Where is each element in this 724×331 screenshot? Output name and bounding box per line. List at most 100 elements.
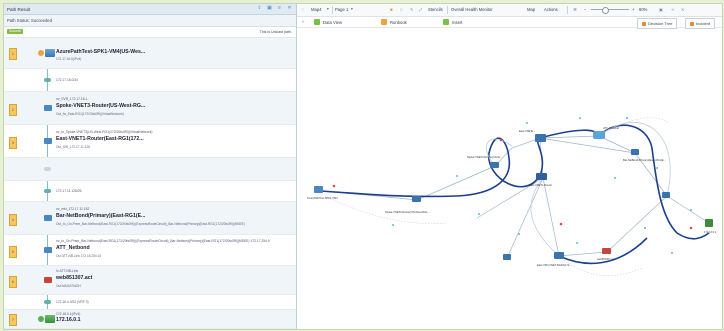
- hop-row[interactable]: 1 AzurePathTest-SPK1-VM4(US-Wes... 172.1…: [4, 38, 296, 69]
- interface-dot: [690, 209, 692, 211]
- fit-icon[interactable]: ⌘: [573, 7, 577, 12]
- hop-in-interface: nv_to_Spoke-VNET3(US-West-RG1(172/20ts0R…: [56, 130, 153, 134]
- hop-device-name[interactable]: Spoke-VNET3-Router(US-West-RG...: [56, 103, 145, 109]
- link-icon[interactable]: ⤢: [419, 7, 422, 12]
- page-selector[interactable]: Page 1: [335, 7, 348, 12]
- pen-icon[interactable]: ✎: [410, 7, 414, 12]
- interface-dot: [478, 213, 480, 215]
- node-label: Spoke-VNET3-Router(US-West-RG1...: [385, 210, 430, 214]
- map-node-web[interactable]: web851307.act: [597, 248, 615, 261]
- save-icon[interactable]: ▣: [266, 5, 273, 12]
- node-label: web851307.act: [597, 257, 615, 261]
- hop-row[interactable]: 172.16.0.0/22 (VRF 0): [4, 295, 296, 310]
- hop-row[interactable]: 172.17.11.128/26: [4, 181, 296, 202]
- zoom-in-icon[interactable]: +: [632, 7, 634, 12]
- hop-row[interactable]: 172.17.16.0/24: [4, 69, 296, 92]
- interface-dot: [526, 122, 528, 124]
- subnet-label: 172.17.16.0/24: [56, 78, 78, 82]
- close-icon[interactable]: ✕: [286, 5, 293, 12]
- tab-data-view[interactable]: Data View: [314, 18, 342, 26]
- hop-number: 4: [9, 214, 17, 226]
- dropdown-icon[interactable]: ▾: [351, 7, 353, 11]
- interface-dot: [626, 117, 628, 119]
- link-line: [530, 177, 560, 257]
- stencils-menu[interactable]: Stencils: [428, 7, 443, 12]
- map-menu[interactable]: Map: [527, 7, 535, 12]
- hop-number: 5: [9, 246, 17, 258]
- hop-row[interactable]: 2 nv_SVR_172.17.16.1 Spoke-VNET3-Router(…: [4, 92, 296, 125]
- map-node-east-mid[interactable]: East-VNET1-Router: [529, 173, 552, 187]
- node-label: East-VPN-VNET-RGR1(172...: [537, 263, 572, 267]
- map-grid-icon[interactable]: ⁙: [301, 7, 305, 12]
- collapse-icon[interactable]: «: [302, 19, 304, 24]
- data-view-icon: [314, 19, 320, 25]
- link-line: [558, 251, 608, 257]
- share-icon[interactable]: ≺: [671, 7, 675, 12]
- map-node-spoke[interactable]: Spoke-VNET3-Router(US-West-RG1...: [385, 196, 430, 214]
- alert-dot: [689, 226, 693, 230]
- hop-device-name[interactable]: 172.16.0.1: [56, 317, 81, 323]
- topology-map[interactable]: AzurePathTest-SPK1-VM4 Spoke-VNET3-Route…: [297, 28, 722, 329]
- app-window: Path Result ⇪ ▣ ≡ ✕ Path Status: Succeed…: [3, 3, 723, 330]
- link-line: [494, 137, 541, 167]
- hop-device-name[interactable]: Bar-NetBond(Primary)(East-RG1(E...: [56, 213, 145, 219]
- interface-dot: [644, 227, 646, 229]
- tab-runbook[interactable]: Runbook: [381, 18, 407, 26]
- tab-insert[interactable]: Insert: [443, 18, 462, 26]
- zoom-level: 60%: [639, 7, 648, 12]
- network-links: [318, 135, 710, 259]
- hop-device-name[interactable]: East-VNET1-Router(East-RG1(172...: [56, 136, 144, 142]
- source-marker-icon: [38, 50, 44, 56]
- hop-device-name[interactable]: ATT_Netbond: [56, 245, 90, 251]
- node-label: Spoke-VNET3-Router(US-W...: [467, 155, 502, 159]
- hop-row[interactable]: 4 nv_mkt_172.17.11.152 Bar-NetBond(Prima…: [4, 202, 296, 235]
- map-node-barnet[interactable]: East-VNETa...: [519, 129, 546, 142]
- hop-row[interactable]: 7 172.16.0.1(IPv4) 172.16.0.1: [4, 310, 296, 329]
- map-selector[interactable]: Map4: [311, 7, 321, 12]
- router-icon: [44, 105, 52, 111]
- destination-marker-icon: [38, 316, 44, 322]
- map-node-dest[interactable]: 172.16.0.1: [704, 219, 717, 234]
- map-node-east1[interactable]: Spoke-VNET3-Router(US-W...: [467, 155, 502, 168]
- close-icon[interactable]: ✕: [681, 7, 685, 12]
- zoom-out-icon[interactable]: −: [584, 7, 586, 12]
- frame-icon[interactable]: □: [400, 7, 403, 12]
- hop-row[interactable]: 3 nv_to_Spoke-VNET3(US-West-RG1(172/20ts…: [4, 125, 296, 158]
- dropdown-icon[interactable]: ▾: [327, 7, 329, 11]
- path-result-panel: Path Result ⇪ ▣ ≡ ✕ Path Status: Succeed…: [4, 4, 297, 329]
- health-monitor-menu[interactable]: Overall Health Monitor: [451, 7, 493, 12]
- hop-number: 3: [9, 137, 17, 149]
- gateway-icon: [44, 215, 52, 221]
- hop-device-name[interactable]: AzurePathTest-SPK1-VM4(US-Wes...: [56, 49, 145, 55]
- export-icon[interactable]: ⇪: [256, 5, 263, 12]
- save-icon[interactable]: ▣: [659, 7, 663, 12]
- map-node-mid[interactable]: [662, 192, 670, 198]
- hop-device-name[interactable]: web851307.act: [56, 275, 92, 281]
- hop-device-ip: 172.17.16.6(IPv4): [56, 57, 82, 61]
- zoom-slider[interactable]: [591, 9, 629, 10]
- list-icon[interactable]: ≡: [276, 5, 283, 12]
- map-node-source[interactable]: AzurePathTest-SPK1-VM4: [307, 186, 338, 200]
- hop-row[interactable]: 6 In ATT-NB-Link web851307.act Out:MAGAT…: [4, 266, 296, 295]
- node-label: ATT_Netbond: [603, 126, 620, 130]
- hop-row[interactable]: 5 nv_to_On-Prem_Bar-Netbond(East-RG1(172…: [4, 235, 296, 266]
- incident-icon: [690, 21, 694, 26]
- netbond-icon: [44, 247, 52, 253]
- hop-number: 2: [9, 104, 17, 116]
- subnet-label: 172.17.11.128/26: [56, 189, 82, 193]
- map-node-barnet-2[interactable]: Bar-NetBond(Primary)(East-RG1(E...: [623, 149, 666, 162]
- hop-in-interface: In ATT-NB-Link: [56, 269, 79, 273]
- map-node-att[interactable]: ATT_Netbond: [593, 126, 620, 139]
- hop-number: 6: [9, 276, 17, 288]
- zoom-slider-knob[interactable]: [602, 7, 609, 14]
- router-node-icon: [412, 196, 421, 202]
- link-line: [542, 177, 560, 257]
- hop-in-interface: nv_SVR_172.17.16.1: [56, 97, 88, 101]
- hop-number: 7: [9, 314, 17, 326]
- map-node-lower[interactable]: [503, 254, 511, 260]
- highlight-icon[interactable]: ■: [390, 7, 393, 12]
- actions-menu[interactable]: Actions: [544, 7, 558, 12]
- link-line: [606, 195, 668, 253]
- node-label: AzurePathTest-SPK1-VM4: [307, 196, 338, 200]
- hop-in-interface: nv_mkt_172.17.11.152: [56, 207, 90, 211]
